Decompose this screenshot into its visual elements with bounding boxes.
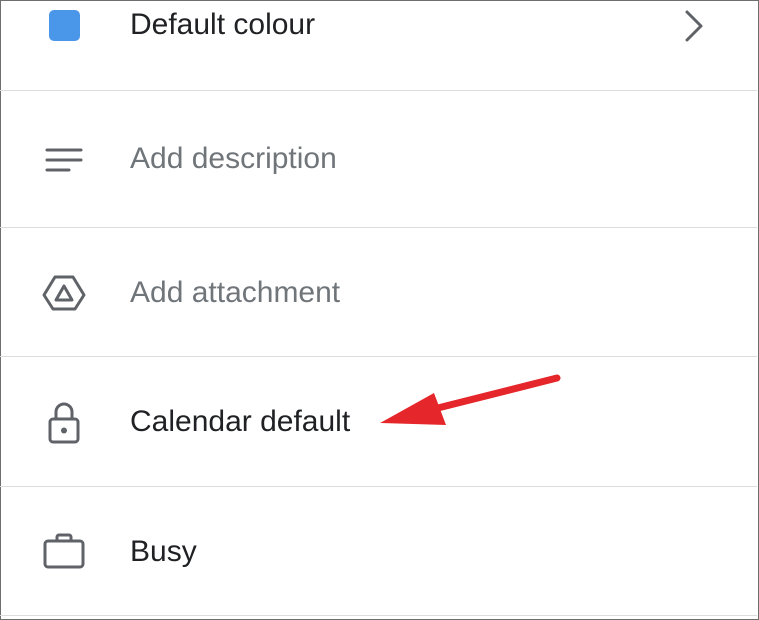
chevron-right-icon [678, 6, 710, 46]
add-description-row[interactable]: Add description [0, 91, 757, 227]
row-divider [0, 615, 757, 616]
lock-icon [40, 399, 88, 447]
color-swatch-icon [40, 1, 88, 49]
event-colour-row[interactable]: Default colour [0, 0, 757, 90]
notes-lines-icon [40, 136, 88, 184]
visibility-label: Calendar default [130, 405, 351, 438]
event-colour-label: Default colour [130, 8, 316, 41]
availability-label: Busy [130, 535, 197, 568]
add-attachment-row[interactable]: Add attachment [0, 228, 757, 356]
add-attachment-label: Add attachment [130, 276, 341, 309]
add-description-label: Add description [130, 142, 337, 175]
google-drive-icon [40, 269, 88, 317]
availability-row[interactable]: Busy [0, 487, 757, 615]
visibility-row[interactable]: Calendar default [0, 357, 757, 486]
briefcase-icon [40, 527, 88, 575]
colour-swatch [48, 9, 80, 41]
